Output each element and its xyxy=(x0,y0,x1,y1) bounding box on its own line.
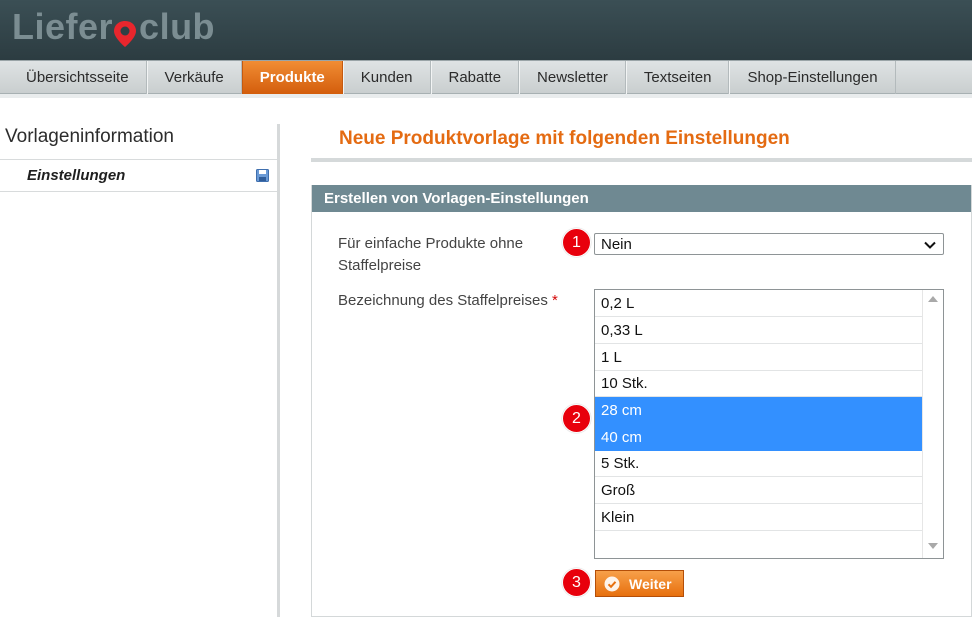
select-value: Nein xyxy=(601,235,632,253)
sidebar-item-einstellungen[interactable]: Einstellungen xyxy=(0,160,277,192)
nav-item-produkte[interactable]: Produkte xyxy=(241,61,343,94)
tier-price-label-text: Bezeichnung des Staffelpreises xyxy=(338,292,548,309)
sidebar: Vorlageninformation Einstellungen xyxy=(0,124,280,617)
nav-shadow xyxy=(0,94,972,98)
step-badge-2: 2 xyxy=(562,404,591,433)
logo-text-right: club xyxy=(139,6,216,47)
list-option[interactable]: Klein xyxy=(595,504,923,531)
nav-item-uebersichtsseite[interactable]: Übersichtsseite xyxy=(0,61,147,94)
save-icon xyxy=(256,169,269,182)
simple-products-label-line1: Für einfache Produkte ohne xyxy=(338,235,524,252)
list-option-selected[interactable]: 40 cm xyxy=(595,424,923,451)
simple-products-select[interactable]: Nein xyxy=(594,233,944,255)
tier-price-label: Bezeichnung des Staffelpreises * xyxy=(338,290,558,312)
scroll-up-icon[interactable] xyxy=(928,295,938,302)
sidebar-item-label: Einstellungen xyxy=(27,167,126,184)
simple-products-label-line2: Staffelpreise xyxy=(338,257,422,274)
list-option[interactable]: 0,2 L xyxy=(595,290,923,317)
list-option[interactable]: 1 L xyxy=(595,344,923,371)
listbox-scrollbar[interactable] xyxy=(922,290,943,558)
step-badge-1: 1 xyxy=(562,228,591,257)
nav-item-rabatte[interactable]: Rabatte xyxy=(430,61,520,94)
map-pin-icon xyxy=(113,4,139,50)
list-option-selected[interactable]: 28 cm xyxy=(595,397,923,424)
step-badge-3: 3 xyxy=(562,568,591,597)
list-option[interactable]: Groß xyxy=(595,477,923,504)
tier-price-listbox[interactable]: 0,2 L 0,33 L 1 L 10 Stk. 28 cm 40 cm 5 S… xyxy=(594,289,944,559)
scroll-down-icon[interactable] xyxy=(928,543,938,550)
simple-products-label: Für einfache Produkte ohne Staffelpreise xyxy=(338,233,523,277)
nav-item-verkaeufe[interactable]: Verkäufe xyxy=(146,61,242,94)
check-circle-icon xyxy=(604,576,620,591)
nav-item-newsletter[interactable]: Newsletter xyxy=(519,61,626,94)
required-mark: * xyxy=(552,292,558,309)
weiter-button-label: Weiter xyxy=(629,575,672,592)
weiter-button[interactable]: Weiter xyxy=(595,570,684,597)
section-header: Erstellen von Vorlagen-Einstellungen xyxy=(312,185,971,212)
header-bar: Liefer club xyxy=(0,0,972,60)
list-option[interactable]: 5 Stk. xyxy=(595,450,923,477)
list-option[interactable]: 0,33 L xyxy=(595,317,923,344)
sidebar-title: Vorlageninformation xyxy=(0,124,277,160)
page-title: Neue Produktvorlage mit folgenden Einste… xyxy=(339,128,790,149)
logo-text-left: Liefer xyxy=(12,6,114,47)
main-nav: Übersichtsseite Verkäufe Produkte Kunden… xyxy=(0,60,972,94)
logo[interactable]: Liefer club xyxy=(12,4,215,50)
title-divider xyxy=(311,158,972,162)
chevron-down-icon xyxy=(924,241,936,249)
nav-item-textseiten[interactable]: Textseiten xyxy=(625,61,730,94)
nav-item-kunden[interactable]: Kunden xyxy=(342,61,431,94)
list-option[interactable]: 10 Stk. xyxy=(595,370,923,397)
nav-item-shop-einstellungen[interactable]: Shop-Einstellungen xyxy=(729,61,896,94)
